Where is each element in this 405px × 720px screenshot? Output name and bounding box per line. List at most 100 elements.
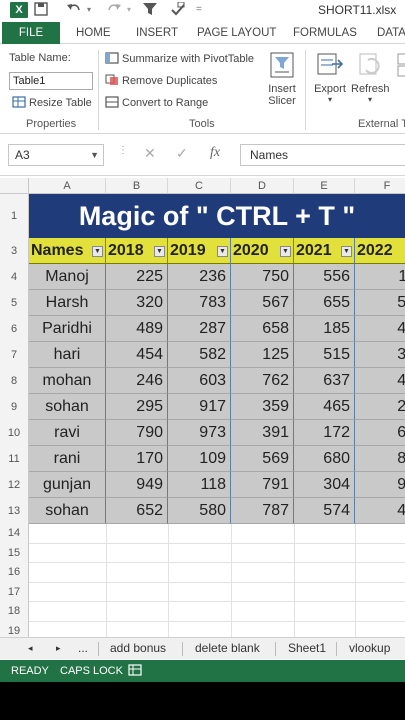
table-cell[interactable]: sohan bbox=[29, 394, 106, 420]
table-cell[interactable]: 391 bbox=[231, 420, 294, 446]
sheet-tab-sheet1[interactable]: Sheet1 bbox=[288, 641, 326, 655]
row-header[interactable]: 19 bbox=[0, 621, 29, 638]
table-cell[interactable]: 295 bbox=[106, 394, 168, 420]
table-header-cell[interactable]: 2020 ▼ bbox=[231, 238, 294, 264]
row-header[interactable]: 10 bbox=[0, 420, 29, 446]
table-cell[interactable]: 359 bbox=[231, 394, 294, 420]
table-cell[interactable]: Harsh bbox=[29, 290, 106, 316]
properties-button[interactable] bbox=[393, 50, 405, 83]
name-box[interactable]: A3 ▼ bbox=[8, 144, 104, 166]
row-header[interactable]: 7 bbox=[0, 342, 29, 368]
empty-row[interactable] bbox=[29, 544, 405, 563]
tab-home[interactable]: HOME bbox=[76, 22, 111, 44]
row-header[interactable]: 15 bbox=[0, 543, 29, 563]
table-cell[interactable]: 246 bbox=[106, 368, 168, 394]
table-cell[interactable]: rani bbox=[29, 446, 106, 472]
name-box-dropdown-icon[interactable]: ▼ bbox=[90, 145, 99, 165]
table-cell[interactable]: 569 bbox=[231, 446, 294, 472]
export-button[interactable]: Export ▾ bbox=[312, 50, 348, 104]
tab-page-layout[interactable]: PAGE LAYOUT bbox=[197, 22, 276, 44]
table-cell[interactable]: 603 bbox=[168, 368, 231, 394]
row-header[interactable]: 5 bbox=[0, 290, 29, 316]
table-title[interactable]: Magic of " CTRL + T " bbox=[29, 194, 405, 238]
table-cell[interactable]: mohan bbox=[29, 368, 106, 394]
row-header[interactable]: 12 bbox=[0, 472, 29, 498]
select-all-corner[interactable] bbox=[0, 178, 29, 194]
column-header-b[interactable]: B bbox=[106, 178, 168, 194]
undo-dropdown-icon[interactable]: ▾ bbox=[87, 2, 91, 18]
row-header[interactable]: 9 bbox=[0, 394, 29, 420]
empty-row[interactable] bbox=[29, 602, 405, 622]
row-header-3[interactable]: 3 bbox=[0, 238, 29, 264]
table-cell[interactable]: 454 bbox=[106, 342, 168, 368]
table-name-input[interactable]: Table1 bbox=[9, 72, 93, 90]
table-cell[interactable]: 580 bbox=[168, 498, 231, 524]
table-cell[interactable]: 790 bbox=[106, 420, 168, 446]
cancel-icon[interactable]: ✕ bbox=[144, 145, 156, 162]
row-header[interactable]: 13 bbox=[0, 498, 29, 524]
sheet-tab-vlookup[interactable]: vlookup bbox=[349, 641, 390, 655]
table-cell[interactable]: 949 bbox=[106, 472, 168, 498]
table-cell[interactable]: 118 bbox=[168, 472, 231, 498]
tab-file[interactable]: FILE bbox=[2, 22, 60, 44]
table-cell[interactable]: 783 bbox=[168, 290, 231, 316]
table-cell[interactable]: 658 bbox=[231, 316, 294, 342]
save-icon[interactable] bbox=[34, 2, 48, 18]
table-header-cell[interactable]: 2021 ▼ bbox=[294, 238, 355, 264]
table-header-cell[interactable]: 2022▼ bbox=[355, 238, 405, 264]
table-cell[interactable]: 44 bbox=[355, 368, 405, 394]
remove-duplicates-button[interactable]: Remove Duplicates bbox=[105, 74, 217, 87]
column-header-f[interactable]: F bbox=[355, 178, 405, 194]
table-cell[interactable]: 973 bbox=[168, 420, 231, 446]
row-header[interactable]: 14 bbox=[0, 524, 29, 544]
table-cell[interactable]: 574 bbox=[294, 498, 355, 524]
resize-table-button[interactable]: Resize Table bbox=[12, 96, 92, 109]
sheet-tab-add-bonus[interactable]: add bonus bbox=[110, 641, 166, 655]
table-cell[interactable]: 750 bbox=[231, 264, 294, 290]
column-header-e[interactable]: E bbox=[294, 178, 355, 194]
table-cell[interactable]: 489 bbox=[106, 316, 168, 342]
customize-icon[interactable]: = bbox=[196, 2, 202, 18]
table-cell[interactable]: 652 bbox=[106, 498, 168, 524]
row-header[interactable]: 11 bbox=[0, 446, 29, 472]
table-cell[interactable]: 680 bbox=[294, 446, 355, 472]
table-cell[interactable]: 556 bbox=[294, 264, 355, 290]
table-cell[interactable]: Manoj bbox=[29, 264, 106, 290]
table-cell[interactable]: 655 bbox=[294, 290, 355, 316]
table-cell[interactable]: 304 bbox=[294, 472, 355, 498]
column-header-a[interactable]: A bbox=[29, 178, 106, 194]
scroll-left-icon[interactable]: ◂ bbox=[28, 643, 33, 654]
table-cell[interactable]: 44 bbox=[355, 498, 405, 524]
sheet-tab-more[interactable]: ... bbox=[78, 641, 88, 655]
macro-record-icon[interactable] bbox=[128, 663, 142, 680]
table-cell[interactable]: 35 bbox=[355, 342, 405, 368]
insert-slicer-button[interactable]: Insert Slicer bbox=[264, 50, 300, 107]
row-header[interactable]: 16 bbox=[0, 563, 29, 583]
column-header-c[interactable]: C bbox=[168, 178, 231, 194]
table-cell[interactable]: 185 bbox=[294, 316, 355, 342]
table-cell[interactable]: 236 bbox=[168, 264, 231, 290]
filter-dropdown-icon[interactable]: ▼ bbox=[92, 246, 103, 257]
filter-dropdown-icon[interactable]: ▼ bbox=[280, 246, 291, 257]
refresh-button[interactable]: Refresh ▾ bbox=[351, 50, 390, 104]
table-cell[interactable]: 465 bbox=[294, 394, 355, 420]
table-cell[interactable]: 172 bbox=[294, 420, 355, 446]
tab-data[interactable]: DATA bbox=[377, 22, 405, 44]
table-cell[interactable]: ravi bbox=[29, 420, 106, 446]
table-cell[interactable]: 791 bbox=[231, 472, 294, 498]
table-cell[interactable]: sohan bbox=[29, 498, 106, 524]
table-cell[interactable]: 637 bbox=[294, 368, 355, 394]
table-cell[interactable]: 320 bbox=[106, 290, 168, 316]
undo-icon[interactable] bbox=[66, 2, 82, 18]
convert-to-range-button[interactable]: Convert to Range bbox=[105, 96, 208, 109]
table-cell[interactable]: 515 bbox=[294, 342, 355, 368]
table-cell[interactable]: 50 bbox=[355, 290, 405, 316]
insert-function-icon[interactable]: fx bbox=[210, 145, 220, 161]
table-cell[interactable]: 43 bbox=[355, 316, 405, 342]
table-cell[interactable]: 11 bbox=[355, 264, 405, 290]
row-header[interactable]: 17 bbox=[0, 582, 29, 602]
table-header-cell[interactable]: 2019 ▼ bbox=[168, 238, 231, 264]
table-cell[interactable]: 68 bbox=[355, 420, 405, 446]
empty-row[interactable] bbox=[29, 622, 405, 639]
table-header-cell[interactable]: 2018 ▼ bbox=[106, 238, 168, 264]
